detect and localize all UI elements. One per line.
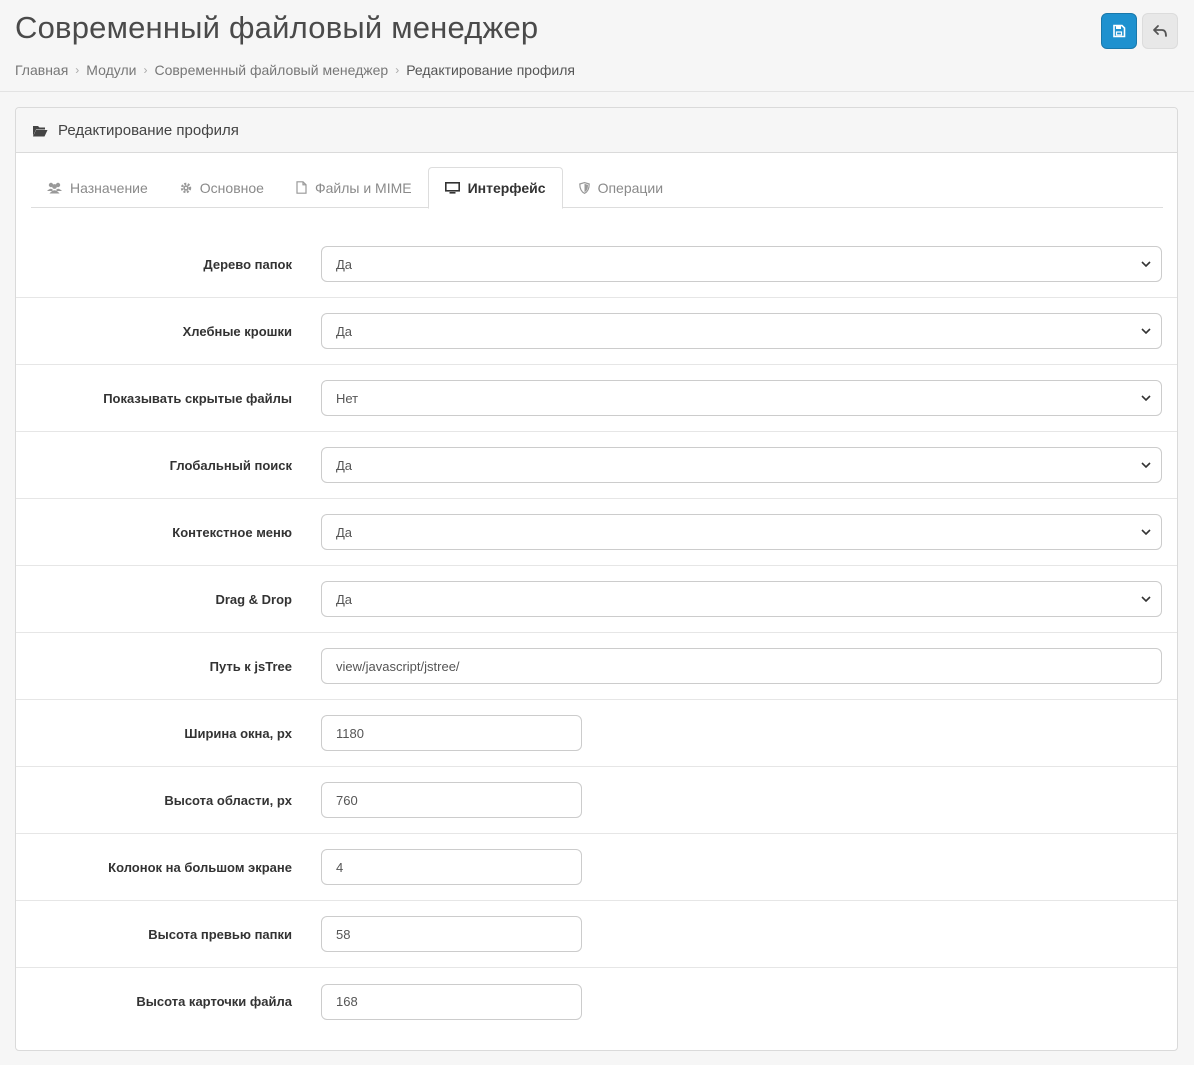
chevron-down-icon: [1141, 529, 1151, 535]
area-height-input[interactable]: 760: [321, 782, 582, 818]
tab-assignment[interactable]: Назначение: [31, 167, 164, 208]
field-label: Высота области, px: [164, 792, 292, 808]
tab-general[interactable]: Основное: [164, 167, 280, 208]
hidden-files-select[interactable]: Нет: [321, 380, 1162, 416]
field-label: Показывать скрытые файлы: [103, 390, 292, 406]
breadcrumb-current: Редактирование профиля: [406, 62, 575, 78]
chevron-down-icon: [1141, 328, 1151, 334]
file-icon: [296, 181, 307, 194]
floppy-disk-icon: [1113, 24, 1126, 38]
tab-interface[interactable]: Интерфейс: [427, 167, 563, 209]
context-menu-select[interactable]: Да: [321, 514, 1162, 550]
field-label: Drag & Drop: [215, 591, 292, 607]
select-value: Да: [336, 323, 353, 339]
interface-form: Дерево папок Да Хлебные крошки Да Показы…: [16, 231, 1177, 1035]
chevron-down-icon: [1141, 596, 1151, 602]
breadcrumb: Главная › Модули › Современный файловый …: [15, 62, 575, 78]
form-row-global-search: Глобальный поиск Да: [16, 432, 1177, 499]
field-label: Ширина окна, px: [184, 725, 292, 741]
breadcrumb-separator: ›: [395, 63, 400, 77]
tab-label: Операции: [597, 179, 664, 196]
select-value: Нет: [336, 390, 359, 406]
tab-operations[interactable]: Операции: [563, 167, 680, 208]
select-value: Да: [336, 256, 353, 272]
shield-icon: [578, 181, 590, 194]
tab-bar: Назначение Основное Файлы и MIME Интерфе…: [31, 167, 1163, 209]
field-label: Контекстное меню: [172, 524, 292, 540]
select-value: Да: [336, 457, 353, 473]
window-width-input[interactable]: 1180: [321, 715, 582, 751]
breadcrumb-home[interactable]: Главная: [15, 62, 68, 78]
page-title: Современный файловый менеджер: [15, 10, 539, 45]
card-title: Редактирование профиля: [58, 121, 239, 139]
back-button[interactable]: [1142, 13, 1178, 49]
select-value: Да: [336, 591, 353, 607]
breadcrumb-modules[interactable]: Модули: [86, 62, 136, 78]
form-row-file-card-height: Высота карточки файла 168: [16, 968, 1177, 1035]
field-label: Высота превью папки: [148, 926, 292, 942]
form-row-columns: Колонок на большом экране 4: [16, 834, 1177, 901]
form-row-area-height: Высота области, px 760: [16, 767, 1177, 834]
form-row-folder-preview-height: Высота превью папки 58: [16, 901, 1177, 968]
monitor-icon: [444, 182, 460, 194]
save-button[interactable]: [1101, 13, 1137, 49]
page-header: Современный файловый менеджер Главная › …: [0, 0, 1194, 92]
form-row-drag-drop: Drag & Drop Да: [16, 566, 1177, 633]
chevron-down-icon: [1141, 462, 1151, 468]
tab-label: Интерфейс: [467, 180, 546, 196]
jstree-path-input[interactable]: view/javascript/jstree/: [321, 648, 1162, 684]
field-label: Хлебные крошки: [182, 323, 292, 339]
field-label: Дерево папок: [203, 256, 292, 272]
breadcrumb-module[interactable]: Современный файловый менеджер: [154, 62, 388, 78]
folder-preview-height-input[interactable]: 58: [321, 916, 582, 952]
gear-icon: [180, 182, 192, 194]
breadcrumb-separator: ›: [75, 63, 80, 77]
tab-label: Основное: [199, 179, 264, 196]
columns-input[interactable]: 4: [321, 849, 582, 885]
tab-label: Назначение: [70, 179, 148, 196]
form-row-hidden-files: Показывать скрытые файлы Нет: [16, 365, 1177, 432]
drag-drop-select[interactable]: Да: [321, 581, 1162, 617]
form-row-breadcrumbs: Хлебные крошки Да: [16, 298, 1177, 365]
form-row-jstree-path: Путь к jsTree view/javascript/jstree/: [16, 633, 1177, 700]
form-row-window-width: Ширина окна, px 1180: [16, 700, 1177, 767]
global-search-select[interactable]: Да: [321, 447, 1162, 483]
form-row-context-menu: Контекстное меню Да: [16, 499, 1177, 566]
profile-card: Редактирование профиля Назначение Основн…: [15, 107, 1178, 1051]
form-row-folder-tree: Дерево папок Да: [16, 231, 1177, 298]
file-card-height-input[interactable]: 168: [321, 983, 582, 1020]
card-header: Редактирование профиля: [16, 108, 1177, 153]
chevron-down-icon: [1141, 395, 1151, 401]
folder-open-icon: [32, 124, 48, 137]
tab-label: Файлы и MIME: [314, 179, 412, 196]
field-label: Колонок на большом экране: [108, 859, 292, 875]
breadcrumb-separator: ›: [143, 63, 148, 77]
folder-tree-select[interactable]: Да: [321, 246, 1162, 282]
field-label: Высота карточки файла: [136, 994, 292, 1009]
reply-arrow-icon: [1153, 25, 1167, 37]
chevron-down-icon: [1141, 261, 1151, 267]
breadcrumbs-select[interactable]: Да: [321, 313, 1162, 349]
users-icon: [47, 182, 62, 194]
select-value: Да: [336, 524, 353, 540]
tab-files-mime[interactable]: Файлы и MIME: [280, 167, 428, 208]
field-label: Глобальный поиск: [169, 457, 292, 473]
field-label: Путь к jsTree: [209, 658, 292, 674]
